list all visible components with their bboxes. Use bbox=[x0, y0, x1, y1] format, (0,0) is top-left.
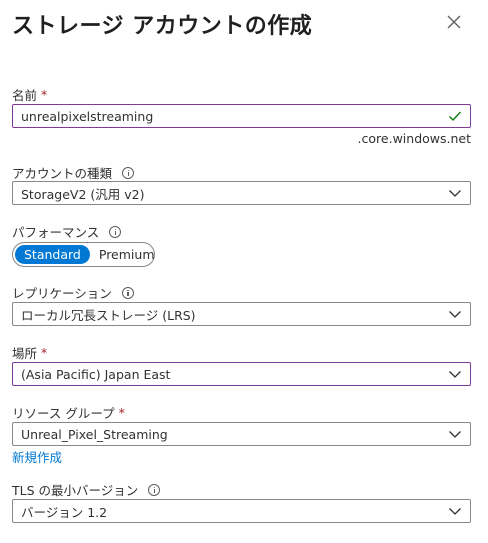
more-options-button[interactable]: ··· bbox=[288, 10, 306, 29]
location-label: 場所 * bbox=[12, 345, 48, 361]
resource-group-label: リソース グループ * bbox=[12, 405, 125, 421]
name-label: 名前 * bbox=[12, 87, 48, 103]
required-marker: * bbox=[118, 405, 125, 420]
account-kind-dropdown[interactable]: StorageV2 (汎用 v2) bbox=[12, 181, 471, 205]
checkmark-icon bbox=[449, 111, 462, 122]
required-marker: * bbox=[41, 87, 48, 102]
replication-dropdown[interactable]: ローカル冗長ストレージ (LRS) bbox=[12, 302, 471, 326]
account-kind-value: StorageV2 (汎用 v2) bbox=[21, 186, 145, 202]
required-marker: * bbox=[41, 345, 48, 360]
resource-group-dropdown[interactable]: Unreal_Pixel_Streaming bbox=[12, 422, 471, 446]
location-dropdown[interactable]: (Asia Pacific) Japan East bbox=[12, 362, 471, 386]
info-icon[interactable] bbox=[148, 483, 161, 496]
name-input-value: unrealpixelstreaming bbox=[21, 108, 154, 124]
replication-value: ローカル冗長ストレージ (LRS) bbox=[21, 307, 196, 323]
resource-group-value: Unreal_Pixel_Streaming bbox=[21, 426, 168, 442]
account-kind-label: アカウントの種類 bbox=[12, 163, 135, 182]
chevron-down-icon bbox=[449, 508, 461, 515]
chevron-down-icon bbox=[449, 371, 461, 378]
chevron-down-icon bbox=[449, 190, 461, 197]
info-icon[interactable] bbox=[109, 225, 122, 238]
name-input[interactable]: unrealpixelstreaming bbox=[12, 104, 471, 128]
performance-toggle: Standard Premium bbox=[12, 242, 155, 267]
performance-option-premium[interactable]: Premium bbox=[90, 245, 164, 264]
info-icon[interactable] bbox=[122, 166, 135, 179]
location-value: (Asia Pacific) Japan East bbox=[21, 366, 171, 382]
chevron-down-icon bbox=[449, 311, 461, 318]
domain-suffix: .core.windows.net bbox=[357, 131, 471, 146]
info-icon[interactable] bbox=[121, 286, 134, 299]
chevron-down-icon bbox=[449, 431, 461, 438]
close-icon[interactable] bbox=[446, 14, 462, 30]
tls-version-value: バージョン 1.2 bbox=[21, 504, 108, 520]
performance-option-standard[interactable]: Standard bbox=[15, 245, 90, 264]
page-title: ストレージ アカウントの作成 bbox=[12, 14, 313, 39]
tls-version-dropdown[interactable]: バージョン 1.2 bbox=[12, 499, 471, 523]
tls-label: TLS の最小バージョン bbox=[12, 480, 161, 499]
performance-label: パフォーマンス bbox=[12, 222, 122, 241]
replication-label: レプリケーション bbox=[12, 283, 134, 302]
create-new-resource-group-link[interactable]: 新規作成 bbox=[12, 447, 62, 466]
panel-header: ストレージ アカウントの作成 ··· bbox=[12, 8, 476, 39]
